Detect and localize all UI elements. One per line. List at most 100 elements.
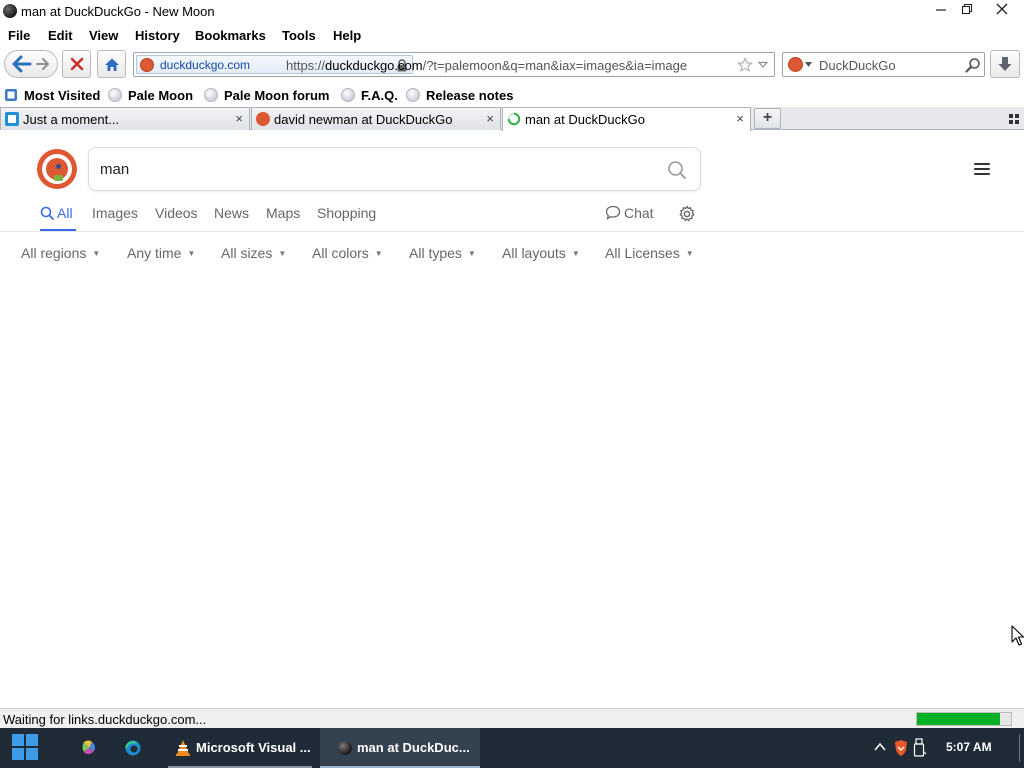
chat-button[interactable]: Chat [605, 205, 654, 221]
tab-videos[interactable]: Videos [155, 205, 198, 221]
taskbar-vlc[interactable]: Microsoft Visual ... [164, 728, 316, 768]
progress-fill [917, 713, 1000, 725]
hamburger-menu-icon[interactable] [974, 163, 990, 178]
bookmark-release-notes[interactable]: Release notes [406, 88, 513, 103]
tray-chevron-up-icon[interactable] [874, 742, 886, 752]
tab-close-icon[interactable]: × [486, 111, 494, 126]
windows-start-icon[interactable] [11, 733, 39, 761]
browser-search-bar[interactable]: DuckDuckGo [782, 52, 985, 77]
globe-icon [108, 88, 122, 102]
tab-just-a-moment[interactable]: Just a moment... × [0, 107, 250, 130]
bookmark-label: F.A.Q. [361, 88, 398, 103]
bookmark-most-visited[interactable]: Most Visited [4, 88, 100, 103]
filter-label: All sizes [221, 245, 273, 261]
tab-title: man at DuckDuckGo [525, 112, 645, 127]
taskbar-new-moon[interactable]: man at DuckDuc... [320, 728, 480, 768]
tab-images[interactable]: Images [92, 205, 138, 221]
task-label: man at DuckDuc... [357, 740, 470, 755]
bookmark-faq[interactable]: F.A.Q. [341, 88, 398, 103]
globe-icon [341, 88, 355, 102]
filter-regions[interactable]: All regions ▼ [21, 245, 100, 261]
address-bar[interactable]: duckduckgo.com https://duckduckgo.com/?t… [133, 52, 775, 77]
url-dropdown-icon[interactable] [758, 61, 768, 69]
tab-close-icon[interactable]: × [736, 111, 744, 126]
filter-time[interactable]: Any time ▼ [127, 245, 195, 261]
globe-icon [406, 88, 420, 102]
stop-button[interactable] [62, 50, 91, 78]
menu-help[interactable]: Help [333, 28, 361, 43]
task-label: Microsoft Visual ... [196, 740, 311, 755]
bookmark-star-icon[interactable] [737, 57, 753, 73]
search-engine-placeholder: DuckDuckGo [819, 58, 896, 73]
tab-news[interactable]: News [214, 205, 249, 221]
restore-button[interactable] [950, 0, 984, 22]
url-scheme: https:// [286, 58, 326, 73]
home-icon [104, 58, 119, 71]
identity-domain: duckduckgo.com [160, 58, 251, 72]
tab-label: All [57, 205, 73, 221]
page-content: man All Images Videos News Maps Shopping… [0, 131, 1024, 707]
tab-man-at-duckduckgo[interactable]: man at DuckDuckGo × [502, 107, 751, 131]
duckduckgo-logo[interactable] [37, 149, 77, 189]
bookmark-pale-moon[interactable]: Pale Moon [108, 88, 193, 103]
downloads-button[interactable] [990, 50, 1020, 78]
globe-icon [204, 88, 218, 102]
menu-history[interactable]: History [135, 28, 180, 43]
minimize-icon [936, 9, 946, 11]
download-arrow-icon [998, 57, 1012, 71]
status-text: Waiting for links.duckduckgo.com... [3, 712, 207, 727]
tab-david-newman[interactable]: david newman at DuckDuckGo × [251, 107, 501, 130]
url-path: /?t=palemoon&q=man&iax=images&ia=image [422, 58, 688, 73]
menu-bookmarks[interactable]: Bookmarks [195, 28, 266, 43]
close-window-button[interactable] [985, 0, 1019, 22]
all-tabs-grid-icon[interactable] [1009, 114, 1019, 124]
menu-tools[interactable]: Tools [282, 28, 316, 43]
forward-arrow-icon [36, 58, 49, 70]
brave-shield-icon[interactable] [893, 739, 909, 757]
copilot-icon[interactable] [80, 739, 98, 757]
show-desktop-divider[interactable] [1019, 734, 1020, 762]
tab-all[interactable]: All [40, 205, 73, 221]
filter-sizes[interactable]: All sizes ▼ [221, 245, 286, 261]
filter-label: All colors [312, 245, 369, 261]
filter-types[interactable]: All types ▼ [409, 245, 476, 261]
tab-shopping[interactable]: Shopping [317, 205, 376, 221]
bookmark-label: Most Visited [24, 88, 101, 103]
tab-title: david newman at DuckDuckGo [274, 112, 453, 127]
gear-icon[interactable] [678, 205, 696, 223]
search-query: man [100, 161, 130, 178]
new-tab-button[interactable]: + [754, 108, 781, 129]
tab-close-icon[interactable]: × [235, 111, 243, 126]
usb-drive-icon[interactable] [913, 738, 927, 758]
divider [0, 231, 1024, 232]
chat-label: Chat [624, 205, 654, 221]
windows-taskbar: Microsoft Visual ... man at DuckDuc... 5… [0, 728, 1024, 768]
caret-down-icon: ▼ [685, 249, 694, 258]
url-text[interactable]: https://duckduckgo.com/?t=palemoon&q=man… [286, 58, 687, 73]
search-icon[interactable] [667, 160, 687, 180]
stop-icon [70, 57, 83, 71]
bookmark-pale-moon-forum[interactable]: Pale Moon forum [204, 88, 329, 103]
caret-down-icon: ▼ [187, 249, 196, 258]
menu-edit[interactable]: Edit [48, 28, 73, 43]
menu-view[interactable]: View [89, 28, 118, 43]
loading-spinner-icon [507, 112, 521, 126]
filter-licenses[interactable]: All Licenses ▼ [605, 245, 694, 261]
search-small-icon [40, 206, 54, 220]
title-bar: man at DuckDuckGo - New Moon [0, 0, 1024, 23]
search-input[interactable]: man [88, 147, 701, 191]
menu-file[interactable]: File [8, 28, 30, 43]
engine-dropdown-icon[interactable] [805, 62, 812, 67]
tab-maps[interactable]: Maps [266, 205, 300, 221]
search-engine-duckduckgo-icon[interactable] [788, 57, 803, 72]
caret-down-icon: ▼ [467, 249, 476, 258]
back-button[interactable] [11, 54, 33, 74]
taskbar-clock[interactable]: 5:07 AM [946, 740, 992, 754]
filter-layouts[interactable]: All layouts ▼ [502, 245, 580, 261]
search-magnifier-icon[interactable] [965, 57, 981, 73]
menu-bar: File Edit View History Bookmarks Tools H… [0, 24, 1024, 46]
forward-button[interactable] [35, 56, 51, 72]
filter-colors[interactable]: All colors ▼ [312, 245, 383, 261]
home-button[interactable] [97, 50, 126, 78]
edge-browser-icon[interactable] [124, 739, 142, 757]
